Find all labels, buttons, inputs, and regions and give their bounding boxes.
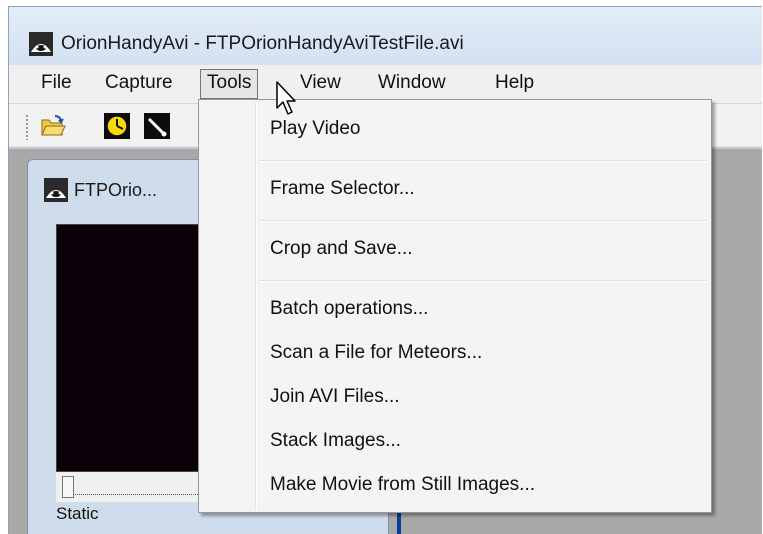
window-title: OrionHandyAvi - FTPOrionHandyAviTestFile… <box>61 33 464 54</box>
menu-item-batch-operations[interactable]: Batch operations... <box>270 294 428 324</box>
menu-separator <box>259 280 707 282</box>
menu-gutter <box>255 102 257 510</box>
menu-file[interactable]: File <box>35 69 78 97</box>
menu-item-join-avi-files[interactable]: Join AVI Files... <box>270 382 400 412</box>
menu-tools[interactable]: Tools <box>200 69 259 99</box>
app-icon <box>29 32 53 56</box>
mouse-cursor-icon <box>276 81 296 115</box>
menu-item-stack-images[interactable]: Stack Images... <box>270 426 401 456</box>
toolbar-grip[interactable] <box>25 114 29 140</box>
menu-window[interactable]: Window <box>372 69 452 97</box>
slider-thumb[interactable] <box>62 476 74 498</box>
child-window-icon <box>44 178 68 202</box>
menu-item-crop-and-save[interactable]: Crop and Save... <box>270 234 413 264</box>
menu-help[interactable]: Help <box>489 69 540 97</box>
menu-item-make-movie[interactable]: Make Movie from Still Images... <box>270 470 535 500</box>
tools-menu-dropdown: Play Video Frame Selector... Crop and Sa… <box>198 99 712 513</box>
menu-separator <box>259 220 707 222</box>
menu-item-play-video[interactable]: Play Video <box>270 114 361 144</box>
menu-item-frame-selector[interactable]: Frame Selector... <box>270 174 415 204</box>
child-window-title: FTPOrio... <box>74 180 158 200</box>
status-label: Static <box>56 504 99 523</box>
menu-capture[interactable]: Capture <box>99 69 179 97</box>
menu-separator <box>259 160 707 162</box>
menu-view[interactable]: View <box>294 69 347 97</box>
open-folder-icon[interactable] <box>39 112 67 140</box>
menu-item-scan-for-meteors[interactable]: Scan a File for Meteors... <box>270 338 482 368</box>
clock-icon[interactable] <box>103 112 131 140</box>
title-bar[interactable]: OrionHandyAvi - FTPOrionHandyAviTestFile… <box>9 7 762 65</box>
wand-icon[interactable] <box>143 112 171 140</box>
